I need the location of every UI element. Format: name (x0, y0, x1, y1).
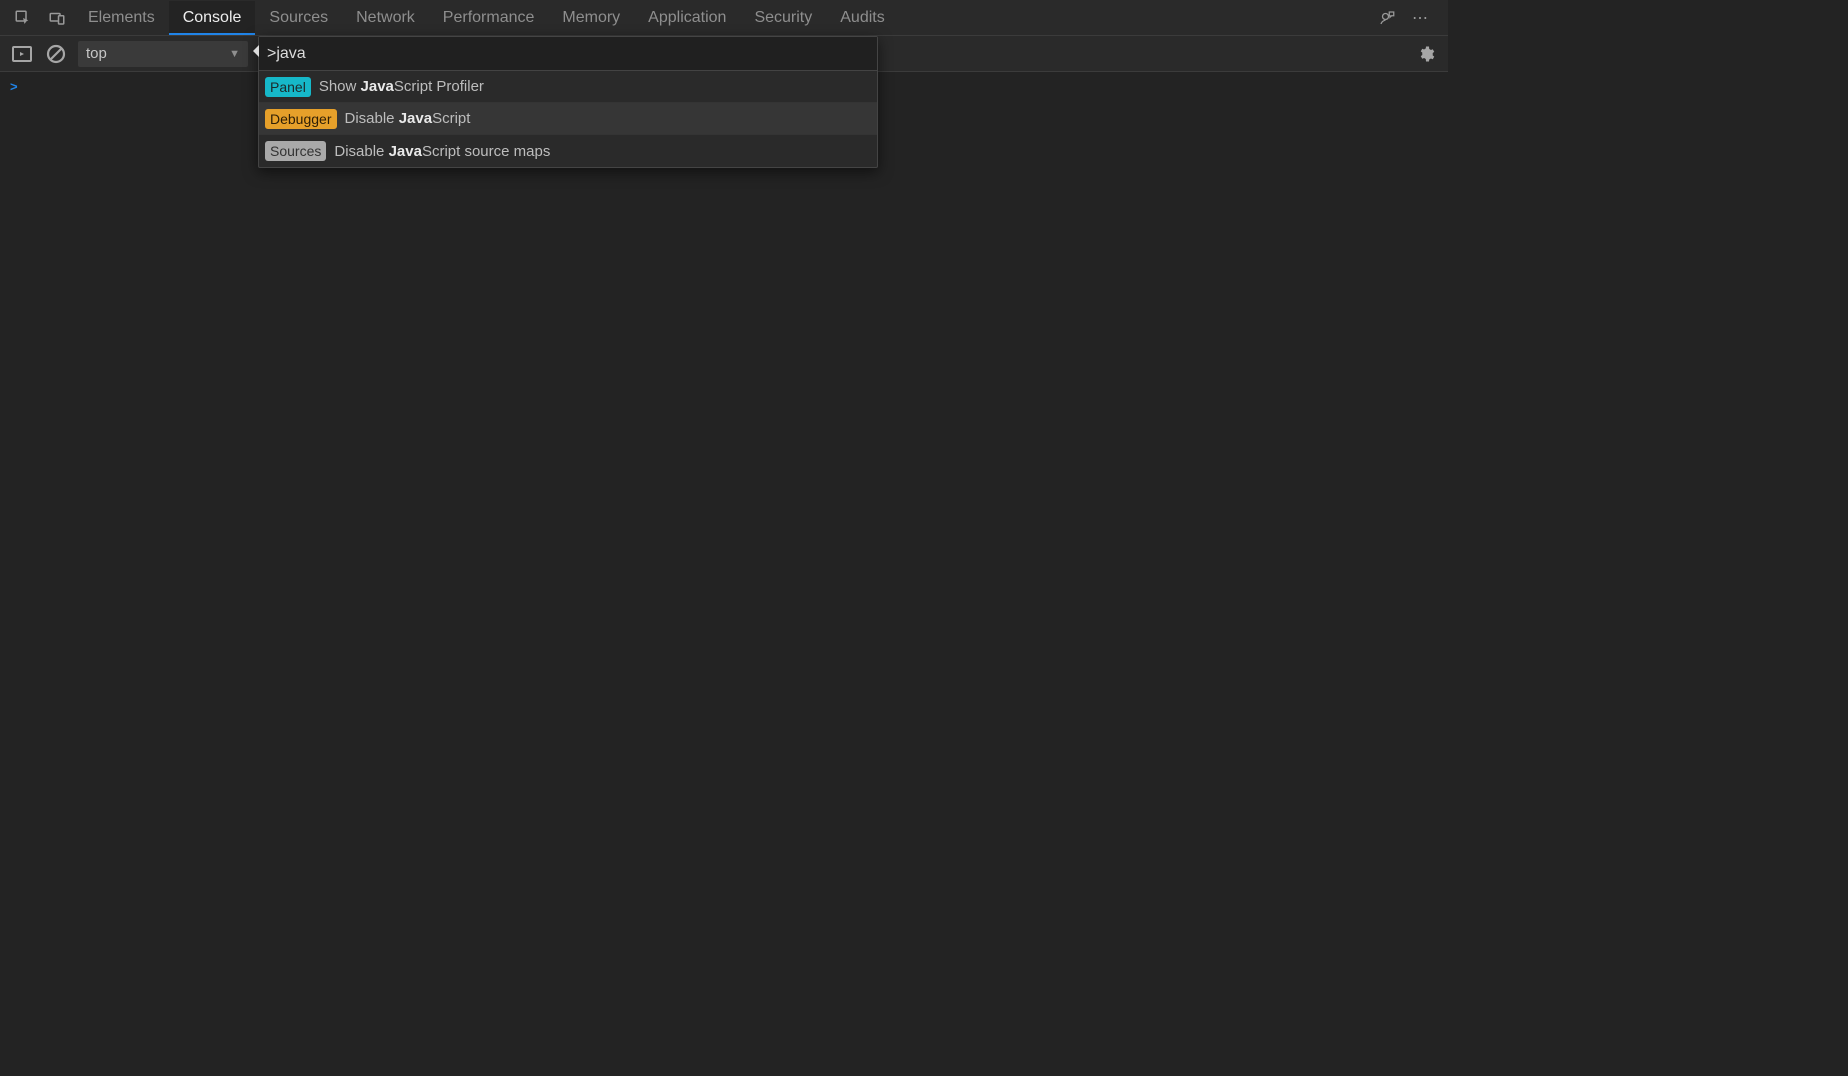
tab-network[interactable]: Network (342, 1, 429, 35)
command-label: Disable JavaScript (345, 110, 471, 127)
tabbar-left-icons (6, 1, 74, 35)
more-options-icon[interactable]: ⋯ (1404, 1, 1438, 35)
palette-pointer-icon (253, 45, 259, 57)
command-palette-item[interactable]: Debugger Disable JavaScript (259, 103, 877, 135)
command-category-badge: Panel (265, 77, 311, 97)
console-toolbar-right (1414, 42, 1438, 66)
command-label: Disable JavaScript source maps (334, 143, 550, 160)
clear-console-icon[interactable] (44, 42, 68, 66)
console-prompt-caret: > (10, 79, 18, 94)
command-category-badge: Sources (265, 141, 326, 161)
tab-performance[interactable]: Performance (429, 1, 549, 35)
execution-context-label: top (86, 45, 107, 62)
tab-memory[interactable]: Memory (548, 1, 634, 35)
console-body[interactable]: > (0, 72, 1448, 842)
command-palette-input-row (259, 37, 877, 71)
chevron-down-icon: ▼ (229, 48, 240, 60)
tab-application[interactable]: Application (634, 1, 740, 35)
user-feedback-icon[interactable] (1370, 1, 1404, 35)
command-palette-item[interactable]: Sources Disable JavaScript source maps (259, 135, 877, 167)
console-settings-icon[interactable] (1414, 42, 1438, 66)
command-label: Show JavaScript Profiler (319, 78, 484, 95)
devtools-tabbar: ElementsConsoleSourcesNetworkPerformance… (0, 0, 1448, 36)
toggle-console-sidebar-icon[interactable] (10, 42, 34, 66)
inspect-element-icon[interactable] (6, 1, 40, 35)
tab-audits[interactable]: Audits (826, 1, 898, 35)
tab-sources[interactable]: Sources (255, 1, 342, 35)
command-palette-list: Panel Show JavaScript Profiler Debugger Dis… (259, 71, 877, 167)
command-palette: Panel Show JavaScript Profiler Debugger Dis… (258, 36, 878, 168)
device-toolbar-icon[interactable] (40, 1, 74, 35)
execution-context-select[interactable]: top ▼ (78, 41, 248, 67)
command-category-badge: Debugger (265, 109, 337, 129)
tabbar-right: ⋯ (1370, 1, 1448, 35)
command-palette-input[interactable] (267, 45, 869, 63)
tab-container: ElementsConsoleSourcesNetworkPerformance… (74, 1, 899, 35)
tab-elements[interactable]: Elements (74, 1, 169, 35)
tab-console[interactable]: Console (169, 1, 256, 35)
command-palette-item[interactable]: Panel Show JavaScript Profiler (259, 71, 877, 103)
tab-security[interactable]: Security (740, 1, 826, 35)
